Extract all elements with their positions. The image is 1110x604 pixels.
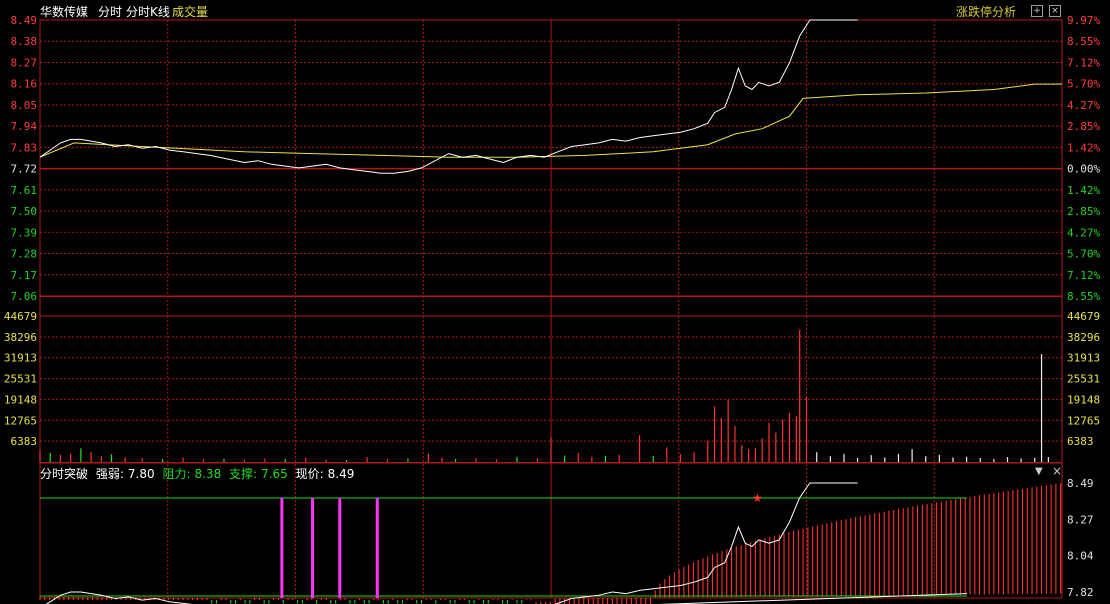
volume-bars (39, 329, 1049, 462)
percent-right-label: 7.12% (1067, 56, 1100, 69)
percent-right-label: 2.85% (1067, 205, 1100, 218)
price-line (39, 19, 858, 174)
price-left-label: 7.61 (11, 184, 38, 197)
volume-right-label: 44679 (1067, 310, 1100, 323)
percent-right-label: 1.42% (1067, 184, 1100, 197)
resistance-label: 阻力: (162, 467, 191, 481)
percent-right-label: 9.97% (1067, 14, 1100, 27)
percent-right-label: 4.27% (1067, 226, 1100, 239)
percent-right-label: 4.27% (1067, 99, 1100, 112)
price-left-label: 7.17 (11, 269, 38, 282)
indicator-support-trend (658, 593, 968, 604)
percent-right-label: 1.42% (1067, 141, 1100, 154)
indicator-right-label: 8.04 (1067, 550, 1094, 563)
strength-value: 7.80 (127, 467, 155, 481)
percent-right-label: 7.12% (1067, 269, 1100, 282)
indicator-name: 分时突破 (40, 467, 89, 481)
volume-right-label: 38296 (1067, 331, 1100, 344)
percent-right-label: 8.55% (1067, 35, 1100, 48)
volume-left-label: 12765 (4, 414, 37, 427)
volume-left-label: 19148 (4, 393, 37, 406)
close-icon[interactable]: × (1052, 464, 1062, 478)
price-left-label: 7.06 (11, 290, 38, 303)
price-left-label: 7.72 (11, 163, 38, 176)
percent-right-label: 0.00% (1067, 163, 1100, 176)
indicator-right-label: 8.27 (1067, 513, 1094, 526)
volume-right-label: 12765 (1067, 414, 1100, 427)
chart-grid (39, 19, 1063, 599)
indicator-right-label: 7.82 (1067, 586, 1094, 599)
axis-labels: 8.49 9.97% 8.38 8.55% 8.27 7.12% 8.16 5.70% 8.05… (4, 14, 1101, 599)
volume-left-label: 31913 (4, 352, 37, 365)
price-left-label: 7.28 (11, 248, 38, 261)
support-value: 7.65 (261, 467, 288, 481)
star-marker: ★ (752, 491, 763, 505)
price-left-label: 8.05 (11, 99, 38, 112)
volume-right-label: 19148 (1067, 393, 1100, 406)
intraday-chart: 8.49 9.97% 8.38 8.55% 8.27 7.12% 8.16 5.70% 8.05… (4, 14, 1101, 604)
percent-right-label: 8.55% (1067, 290, 1100, 303)
price-left-label: 7.50 (11, 205, 38, 218)
percent-right-label: 5.70% (1067, 78, 1100, 91)
indicator-header: 分时突破 强弱: 7.80 阻力: 8.38 支撑: 7.65 现价: 8.49 (40, 465, 358, 482)
price-value: 8.49 (327, 467, 355, 481)
price-left-label: 7.94 (11, 120, 38, 133)
triangle-down-icon[interactable]: ▼ (1035, 466, 1043, 477)
indicator-lines (40, 482, 968, 604)
indicator-bars (39, 483, 1062, 604)
price-left-label: 8.27 (11, 56, 38, 69)
price-left-label: 7.83 (11, 141, 38, 154)
strength-label: 强弱: (95, 467, 124, 481)
indicator-price-line (45, 482, 858, 604)
volume-right-label: 6383 (1067, 435, 1094, 448)
support-label: 支撑: (229, 467, 258, 481)
price-label: 现价: (295, 467, 324, 481)
price-left-label: 8.16 (11, 78, 38, 91)
indicator-right-label: 8.49 (1067, 477, 1094, 490)
volume-right-label: 25531 (1067, 373, 1100, 386)
resistance-value: 8.38 (194, 467, 222, 481)
volume-left-label: 6383 (11, 435, 38, 448)
volume-left-label: 25531 (4, 373, 37, 386)
volume-left-label: 44679 (4, 310, 37, 323)
price-left-label: 7.39 (11, 226, 38, 239)
percent-right-label: 2.85% (1067, 120, 1100, 133)
percent-right-label: 5.70% (1067, 248, 1100, 261)
volume-right-label: 31913 (1067, 352, 1100, 365)
price-left-label: 8.38 (11, 35, 38, 48)
volume-left-label: 38296 (4, 331, 37, 344)
price-left-label: 8.49 (11, 14, 38, 27)
